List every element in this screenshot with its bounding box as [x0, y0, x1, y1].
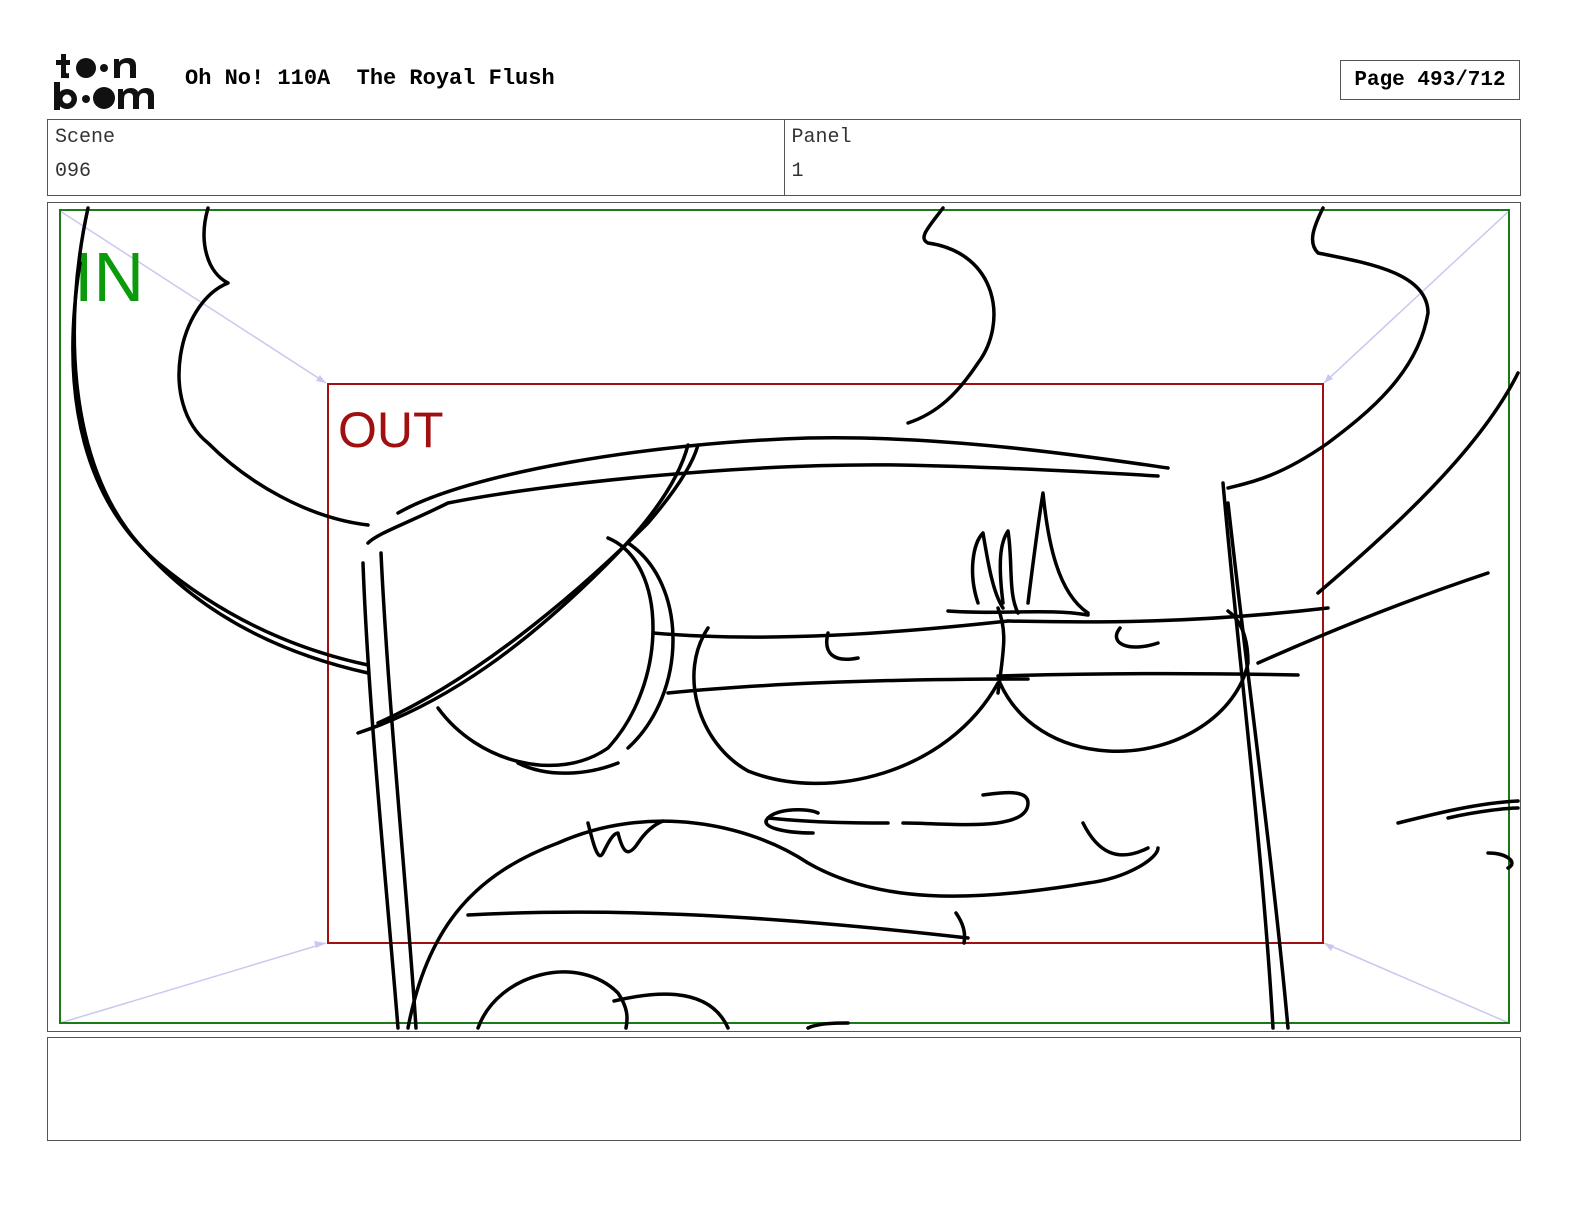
camera-guide-arrows: [59, 210, 1510, 1024]
toon-boom-logo: [54, 54, 154, 110]
panel-drawing: IN OUT: [59, 206, 1520, 1030]
in-frame-rect: [59, 209, 1510, 1024]
panel-cell: Panel 1: [783, 120, 1521, 195]
character-sketch: [71, 206, 1520, 1030]
scene-value: 096: [55, 160, 92, 183]
storyboard-panel: IN OUT: [47, 202, 1521, 1032]
panel-value: 1: [791, 160, 804, 183]
caption-box: [47, 1037, 1521, 1141]
panel-label: Panel: [791, 126, 852, 149]
scene-cell: Scene 096: [48, 120, 784, 195]
arrow-heads: [314, 374, 1334, 951]
document-title: Oh No! 110A The Royal Flush: [185, 66, 555, 91]
in-label: IN: [74, 238, 144, 316]
page-indicator: Page 493/712: [1340, 60, 1520, 100]
out-frame-rect: [327, 383, 1324, 944]
scene-panel-info: Scene 096 Panel 1: [47, 119, 1521, 196]
scene-label: Scene: [55, 126, 116, 149]
page-number: Page 493/712: [1354, 68, 1506, 92]
out-label: OUT: [338, 402, 444, 458]
